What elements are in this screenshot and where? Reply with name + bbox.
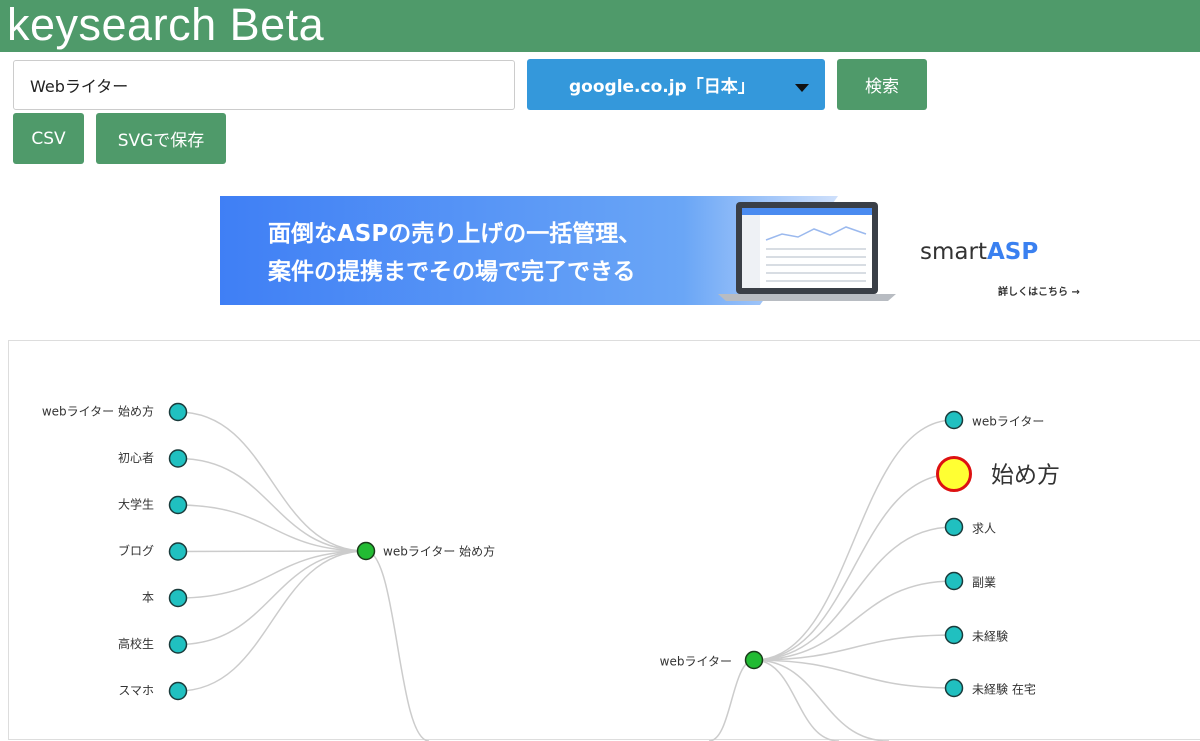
graph-node-label: 副業 (972, 576, 996, 590)
ad-line-2: 案件の提携までその場で完了できる (267, 258, 636, 285)
graph-link (177, 504, 367, 552)
graph-node-leaf[interactable] (168, 402, 188, 422)
graph-link (753, 473, 955, 661)
graph-node-label: 始め方 (991, 463, 1060, 489)
search-button[interactable]: 検索 (837, 59, 927, 110)
graph-node-leaf[interactable] (168, 542, 188, 561)
graph-node-label: 未経験 在宅 (972, 682, 1036, 697)
graph-link (753, 659, 890, 741)
ad-cta[interactable]: 詳しくはこちら → (998, 285, 1080, 298)
graph-node-leaf[interactable] (944, 678, 964, 698)
graph-link (753, 659, 955, 689)
graph-node-highlighted[interactable] (936, 456, 972, 492)
graph-link (365, 550, 430, 741)
graph-node-label: 求人 (972, 522, 996, 536)
ad-line-1: 面倒なASPの売り上げの一括管理、 (268, 220, 641, 247)
graph-node-leaf[interactable] (944, 517, 964, 537)
graph-node-label: webライター 始め方 (383, 544, 495, 559)
graph-link (177, 550, 367, 646)
graph-node-leaf[interactable] (168, 681, 188, 701)
graph-link (753, 659, 840, 741)
graph-node-label: 本 (142, 591, 154, 605)
graph-link (177, 550, 367, 692)
app-title: keysearch Beta (7, 0, 325, 50)
graph-link (708, 659, 755, 741)
ad-brand: smartASP (920, 239, 1038, 265)
graph-node-label: 高校生 (118, 636, 154, 651)
laptop-illustration (718, 202, 896, 301)
keyword-graph-panel: webライター 始め方 初心者 大学生 ブログ本高校生 スマホ webライター 始め方 we… (8, 340, 1200, 741)
svg-save-button[interactable]: SVGで保存 (96, 113, 226, 164)
graph-node-root[interactable] (356, 541, 376, 561)
graph-node-label: webライター (660, 655, 732, 669)
graph-node-label: 大学生 (118, 497, 154, 512)
region-select-label: google.co.jp「日本」 (569, 77, 755, 97)
graph-link (753, 634, 955, 661)
graph-node-leaf[interactable] (944, 625, 964, 645)
graph-node-leaf[interactable] (168, 495, 188, 515)
graph-node-leaf[interactable] (944, 410, 964, 430)
graph-link (177, 550, 367, 553)
search-input[interactable] (13, 60, 515, 110)
app-header: keysearch Beta (0, 0, 1200, 52)
caret-down-icon (795, 84, 809, 92)
graph-node-leaf[interactable] (168, 588, 188, 608)
graph-link (177, 457, 367, 552)
graph-node-label: webライター 始め方 (42, 404, 154, 419)
graph-link (177, 411, 367, 552)
region-select[interactable]: google.co.jp「日本」 (527, 59, 825, 110)
graph-link (753, 419, 955, 661)
graph-node-label: スマホ (118, 684, 154, 698)
graph-node-leaf[interactable] (168, 449, 188, 468)
graph-node-leaf[interactable] (944, 571, 964, 591)
graph-node-root[interactable] (744, 650, 764, 670)
graph-link (177, 550, 367, 599)
graph-link (753, 526, 955, 661)
graph-node-leaf[interactable] (168, 635, 188, 654)
keyword-graph[interactable]: webライター 始め方初心者大学生ブログ本高校生スマホwebライター 始め方we… (9, 341, 1200, 741)
graph-node-label: ブログ (118, 543, 154, 558)
graph-node-label: 未経験 (972, 629, 1008, 644)
ad-banner[interactable]: 面倒なASPの売り上げの一括管理、 案件の提携までその場で完了できる smart… (220, 196, 1100, 305)
graph-node-label: 初心者 (118, 451, 154, 465)
csv-button[interactable]: CSV (13, 113, 84, 164)
graph-node-label: webライター (972, 415, 1044, 429)
